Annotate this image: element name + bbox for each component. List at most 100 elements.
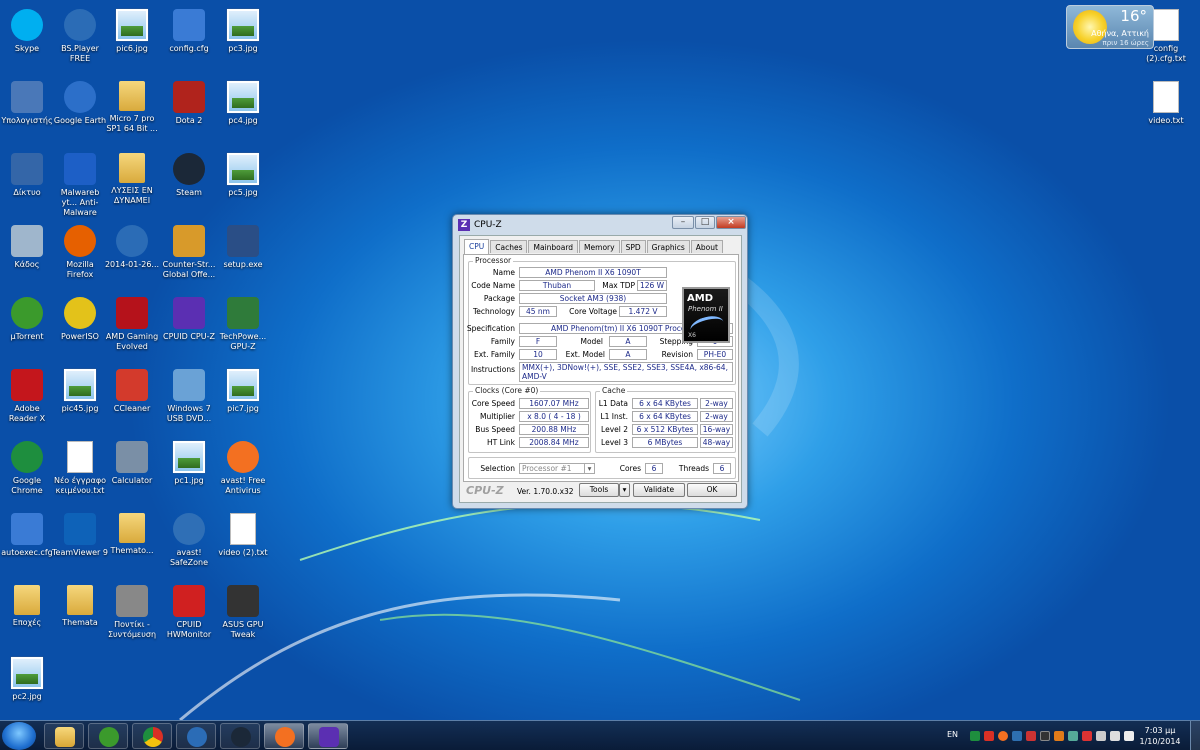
desktop-icon-gpuz[interactable]: TechPowe... GPU-Z [215,293,271,359]
desktop-icon-jpg[interactable]: pic6.jpg [104,5,160,71]
validate-button[interactable]: Validate [633,483,685,497]
desktop-icon-skype[interactable]: Skype [0,5,55,71]
close-button[interactable]: × [716,216,746,229]
desktop-icon-dota[interactable]: Dota 2 [161,77,217,143]
tray-amd-icon[interactable] [1026,731,1036,741]
tab-about[interactable]: About [690,240,723,253]
desktop-icon-jpg[interactable]: pc2.jpg [0,653,55,719]
maximize-button[interactable]: □ [695,216,715,229]
desktop-icon-asus[interactable]: ASUS GPU Tweak [215,581,271,647]
network-icon[interactable] [1110,731,1120,741]
desktop-icon-doc[interactable]: video (2).txt [215,509,271,575]
desktop-icon-cpuz[interactable]: CPUID CPU-Z [161,293,217,359]
taskbar-bsplayer[interactable] [176,723,216,749]
tab-graphics[interactable]: Graphics [646,240,690,253]
desktop-icon-safezone[interactable]: avast! SafeZone [161,509,217,575]
desktop-icon-ccleaner[interactable]: CCleaner [104,365,160,431]
tray-app-icon[interactable] [970,731,980,741]
desktop-icon-bs[interactable]: BS.Player FREE [52,5,108,71]
desktop-icon-folder[interactable]: Εποχές [0,581,55,647]
desktop-icon-earth[interactable]: Google Earth [52,77,108,143]
taskbar-utorrent[interactable] [88,723,128,749]
desktop-icon-firefox[interactable]: Mozilla Firefox [52,221,108,287]
desktop-icon-computer[interactable]: Υπολογιστής [0,77,55,143]
desktop-icon-label: setup.exe [223,260,263,269]
taskbar-avast[interactable] [264,723,304,749]
desktop-icon-mouse[interactable]: Ποντίκι - Συντόμευση [104,581,160,647]
taskbar-cpuz[interactable] [308,723,348,749]
jpg-icon [11,657,43,689]
ext-family-label: Ext. Family [473,350,515,359]
desktop-icon-malware[interactable]: Malwareb yt... Anti-Malware [52,149,108,217]
desktop-icon-folder[interactable]: Themato... [104,509,160,575]
desktop-icon-shield[interactable]: autoexec.cfg [0,509,55,575]
taskbar-chrome[interactable] [132,723,172,749]
desktop-icon-poweriso[interactable]: PowerISO [52,293,108,359]
ok-button[interactable]: OK [687,483,737,497]
start-button[interactable] [2,722,36,750]
desktop-icon-network[interactable]: Δίκτυο [0,149,55,215]
language-indicator[interactable]: EN [947,730,958,739]
tools-button[interactable]: Tools [579,483,619,497]
tray-app-icon[interactable] [1068,731,1078,741]
desktop-icon-chrome[interactable]: Google Chrome [0,437,55,503]
desktop-icon-label: ASUS GPU Tweak [222,620,264,639]
tray-avast-icon[interactable] [998,731,1008,741]
clock[interactable]: 7:03 μμ 1/10/2014 [1136,725,1184,747]
window-titlebar[interactable]: Z CPU-Z – □ × [453,215,747,235]
desktop-icon-jpg[interactable]: pc3.jpg [215,5,271,71]
desktop-icon-label: Υπολογιστής [1,116,53,125]
taskbar-steam[interactable] [220,723,260,749]
tray-app-icon[interactable] [1012,731,1022,741]
desktop-icon-adobe[interactable]: Adobe Reader X [0,365,55,431]
desktop-icon-folder[interactable]: ΛΥΣΕΙΣ ΕΝ ΔΥΝΑΜΕΙ [104,149,160,215]
show-desktop-button[interactable] [1190,721,1200,750]
desktop-icon-doc[interactable]: video.txt [1138,77,1194,143]
volume-icon[interactable] [1124,731,1134,741]
desktop-icon-setup[interactable]: setup.exe [215,221,271,287]
desktop-icon-label: Google Earth [53,116,107,125]
tab-memory[interactable]: Memory [579,240,620,253]
tab-cpu[interactable]: CPU [464,239,490,254]
desktop-icon-jpg[interactable]: pc5.jpg [215,149,271,215]
desktop-icon-folder[interactable]: Micro 7 pro SP1 64 Bit ... [104,77,160,143]
desktop-icon-folder[interactable]: Themata [52,581,108,647]
tools-dropdown-icon[interactable]: ▾ [619,483,630,497]
tab-caches[interactable]: Caches [490,240,528,253]
desktop-icon-utorrent[interactable]: µTorrent [0,293,55,359]
desktop-icon-amd[interactable]: AMD Gaming Evolved [104,293,160,359]
desktop-icon-teamviewer[interactable]: TeamViewer 9 [52,509,108,575]
desktop-icon-win7[interactable]: Windows 7 USB DVD... [161,365,217,431]
desktop-icon-avast[interactable]: avast! Free Antivirus [215,437,271,503]
taskbar-explorer[interactable] [44,723,84,749]
weather-gadget[interactable]: 16° Αθήνα, Αττική πριν 16 ώρες [1066,5,1154,49]
tray-app-icon[interactable] [1082,731,1092,741]
tray-app-icon[interactable] [1054,731,1064,741]
weather-temperature: 16° [1120,7,1147,25]
select-dropdown-icon[interactable]: ▾ [584,463,595,474]
desktop-icon-hwmon[interactable]: CPUID HWMonitor [161,581,217,647]
desktop-icon-shield[interactable]: config.cfg [161,5,217,71]
tab-spd[interactable]: SPD [620,240,646,253]
desktop-icon-bs[interactable]: 2014-01-26... [104,221,160,287]
flag-icon[interactable] [1096,731,1106,741]
desktop-icon-bin[interactable]: Κάδος [0,221,55,287]
cpuz-window[interactable]: Z CPU-Z – □ × CPU Caches Mainboard Memor… [452,214,748,509]
desktop-icon-steam[interactable]: Steam [161,149,217,215]
desktop-icon-doc[interactable]: Νέο έγγραφο κειμένου.txt [52,437,108,503]
tray-app-icon[interactable] [984,731,994,741]
clock-time: 7:03 μμ [1144,726,1176,735]
desktop-icon-label: 2014-01-26... [104,260,160,269]
desktop-icon-jpg[interactable]: pc1.jpg [161,437,217,503]
desktop-icon-jpg[interactable]: pic7.jpg [215,365,271,431]
tray-steam-icon[interactable] [1040,731,1050,741]
tab-mainboard[interactable]: Mainboard [528,240,579,253]
desktop-icon-csgo[interactable]: Counter-Str... Global Offe... [161,221,217,287]
desktop-icon-jpg[interactable]: pic45.jpg [52,365,108,431]
selection-label: Selection [480,464,515,473]
desktop-icon-calc[interactable]: Calculator [104,437,160,503]
desktop-icon-jpg[interactable]: pc4.jpg [215,77,271,143]
voltage-value: 1.472 V [619,306,667,317]
minimize-button[interactable]: – [672,216,694,229]
hwmon-icon [173,585,205,617]
